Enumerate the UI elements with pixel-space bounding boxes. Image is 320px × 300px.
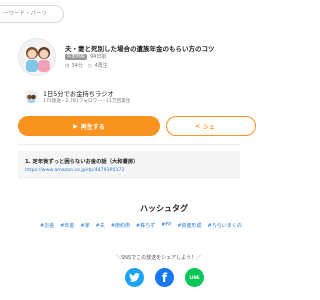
episode-date: 94日前 [90, 54, 107, 60]
play-icon: ▶ [73, 122, 78, 130]
hashtag-link[interactable]: #家 [80, 222, 89, 229]
line-icon: LINE [189, 275, 200, 280]
channel-stats: 171放送・2,781フォロワー・11万回再生 [43, 99, 131, 104]
notes-title: 1. 定年後ずっと困らないお金の話（大和書房） [25, 159, 139, 165]
facebook-share-button[interactable]: f [155, 268, 174, 287]
hashtag-link[interactable]: #夫 [96, 222, 105, 229]
duration-text: 34分 [71, 63, 83, 69]
channel-avatar [25, 90, 38, 103]
plays-text: 4再生 [94, 63, 108, 69]
hashtag-link[interactable]: #ちらいまくの [208, 222, 242, 229]
search-input[interactable]: ーワード・パーソ [0, 5, 64, 23]
play-count-icon: ▷ [88, 62, 93, 69]
hashtag-link[interactable]: #株ちず [136, 222, 155, 229]
facebook-icon: f [161, 270, 168, 285]
category-badge[interactable]: 年金制度 [65, 53, 87, 60]
episode-header: 夫・妻と死別した場合の遺族年金のもらい方のコツ 年金制度 94日前 ◷ 34分 ▷… [18, 38, 238, 76]
line-share-button[interactable]: LINE [185, 268, 204, 287]
share-button[interactable]: < シェ [166, 116, 256, 136]
hashtag-list: #お金 #年金 #家 #夫 #節約術 #株ちず #FP #資産形成 #ちらいまく… [40, 222, 242, 229]
divider [18, 144, 240, 145]
play-button[interactable]: ▶ 再生する [18, 116, 160, 136]
episode-meta: 年金制度 94日前 [65, 53, 106, 60]
hashtag-link[interactable]: #資産形成 [177, 222, 201, 229]
share-button-label: シェ [203, 123, 216, 131]
clock-icon: ◷ [65, 62, 70, 69]
hashtag-link[interactable]: #節約術 [111, 222, 130, 229]
notes-link[interactable]: https://www.amazon.co.jp/dp/4479395172 [25, 168, 125, 173]
hashtag-link[interactable]: #お金 [40, 222, 54, 229]
episode-thumbnail [18, 38, 56, 76]
share-icon: < [195, 122, 201, 130]
twitter-icon [129, 273, 140, 282]
hashtag-link[interactable]: #年金 [60, 222, 74, 229]
play-button-label: 再生する [80, 123, 105, 131]
share-prompt: ＼SNSでこの放送をシェアしよう！／ [116, 255, 202, 261]
episode-notes: 1. 定年後ずっと困らないお金の話（大和書房） https://www.amaz… [18, 151, 240, 179]
plays-stat: ▷ 4再生 [88, 62, 108, 70]
channel-link[interactable]: 1日5分でお金持ちラジオ 171放送・2,781フォロワー・11万回再生 [25, 88, 240, 108]
twitter-share-button[interactable] [125, 268, 144, 287]
hashtags-heading: ハッシュタグ [140, 204, 188, 213]
duration-stat: ◷ 34分 [65, 62, 83, 70]
episode-stats: ◷ 34分 ▷ 4再生 [65, 62, 108, 70]
episode-title: 夫・妻と死別した場合の遺族年金のもらい方のコツ [65, 45, 215, 53]
channel-name[interactable]: 1日5分でお金持ちラジオ [43, 89, 114, 98]
hashtag-link[interactable]: #FP [161, 222, 171, 229]
